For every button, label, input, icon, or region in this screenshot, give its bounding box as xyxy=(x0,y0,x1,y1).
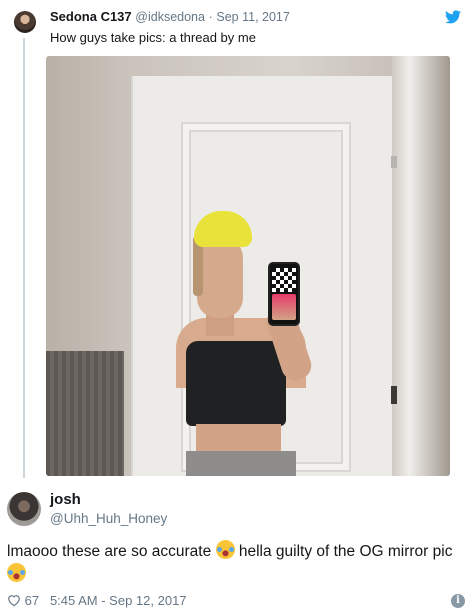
tweet-text: How guys take pics: a thread by me xyxy=(50,30,256,45)
avatar[interactable] xyxy=(7,492,41,526)
twitter-bird-icon[interactable] xyxy=(445,10,461,24)
display-name[interactable]: Sedona C137 xyxy=(50,9,132,24)
grey-pants xyxy=(186,451,296,476)
face-with-tears-of-joy-icon xyxy=(7,563,26,582)
tweet-header: Sedona C137 @idksedona · Sep 11, 2017 xyxy=(50,9,290,24)
heart-icon[interactable] xyxy=(7,594,21,607)
tweet-text-part1: lmaooo these are so accurate xyxy=(7,543,212,560)
phone-case-accent xyxy=(272,294,296,320)
like-count[interactable]: 67 xyxy=(25,593,39,608)
tweet-text: lmaooo these are so accurate hella guilt… xyxy=(7,540,462,586)
user-handle[interactable]: @idksedona xyxy=(135,10,205,24)
user-handle[interactable]: @Uhh_Huh_Honey xyxy=(50,511,167,526)
tweet-text-part2: hella guilty of the OG mirror pic xyxy=(238,543,453,560)
person-face xyxy=(197,236,243,318)
face-with-tears-of-joy-icon xyxy=(215,540,235,559)
avatar[interactable] xyxy=(14,11,36,33)
tweet-meta: 67 5:45 AM - Sep 12, 2017 xyxy=(7,593,187,608)
door-frame xyxy=(392,56,450,476)
tweet-timestamp[interactable]: 5:45 AM - Sep 12, 2017 xyxy=(50,593,187,608)
phone-case-pattern xyxy=(272,268,296,292)
towel xyxy=(46,351,124,476)
black-tank-top xyxy=(186,341,286,426)
person-midriff xyxy=(196,424,281,454)
separator: · xyxy=(208,10,213,24)
tweet-date[interactable]: Sep 11, 2017 xyxy=(216,10,289,24)
thread-connector-line xyxy=(23,38,25,478)
info-icon[interactable]: i xyxy=(451,594,465,608)
display-name[interactable]: josh xyxy=(50,491,81,508)
mirror-selfie-photo[interactable] xyxy=(46,56,450,476)
door-latch xyxy=(391,386,397,404)
door-hinge xyxy=(391,156,397,168)
